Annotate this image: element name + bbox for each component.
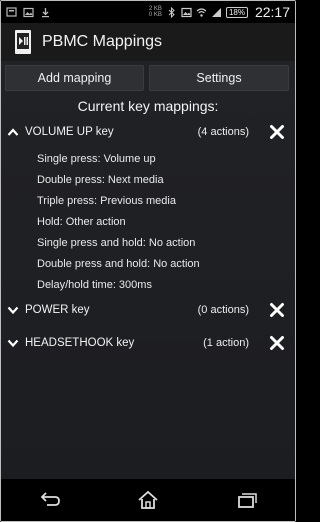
home-icon[interactable] [136, 490, 160, 510]
list-item: Single press and hold: No action [37, 237, 196, 249]
wifi-icon [196, 7, 207, 17]
back-icon[interactable] [38, 490, 62, 510]
bluetooth-icon [168, 6, 175, 18]
chevron-up-icon[interactable] [7, 127, 19, 137]
group-label: HEADSETHOOK key [25, 337, 135, 349]
navigation-bar [1, 479, 295, 521]
list-item: Double press and hold: No action [37, 258, 200, 270]
recent-apps-icon[interactable] [234, 490, 258, 510]
download-icon [42, 7, 49, 17]
status-bar: 2 KB 0 KB 18% 22:17 [1, 1, 295, 23]
delete-mapping-icon[interactable] [269, 335, 285, 351]
group-headsethook[interactable]: HEADSETHOOK key (1 action) [1, 332, 295, 354]
list-item: Double press: Next media [37, 174, 164, 186]
group-action-count: (0 actions) [197, 304, 249, 316]
group-action-count: (1 action) [203, 337, 249, 349]
app-title: PBMC Mappings [42, 33, 163, 50]
battery-indicator: 18% [225, 6, 248, 18]
rate-download: 0 KB [148, 12, 162, 18]
chevron-down-icon[interactable] [7, 305, 19, 315]
group-label: POWER key [25, 304, 90, 316]
group-volume-up[interactable]: VOLUME UP key (4 actions) [1, 121, 295, 143]
group-action-count: (4 actions) [197, 126, 249, 138]
notification-flag-icon [6, 6, 17, 17]
delete-mapping-icon[interactable] [269, 124, 285, 140]
main-content: Add mapping Settings Current key mapping… [1, 61, 295, 479]
list-item: Single press: Volume up [37, 153, 156, 165]
action-bar: PBMC Mappings [1, 23, 295, 61]
group-label: VOLUME UP key [25, 126, 114, 138]
signal-icon [211, 7, 221, 17]
list-item: Hold: Other action [37, 216, 126, 228]
section-title: Current key mappings: [77, 98, 219, 114]
add-mapping-button[interactable]: Add mapping [5, 65, 144, 91]
list-item: Triple press: Previous media [37, 195, 176, 207]
chevron-down-icon[interactable] [7, 338, 19, 348]
settings-button[interactable]: Settings [149, 65, 289, 91]
network-rate: 2 KB 0 KB [149, 6, 162, 18]
app-logo-icon [15, 30, 31, 54]
clock: 22:17 [254, 4, 290, 20]
gallery-icon [23, 7, 34, 17]
delete-mapping-icon[interactable] [269, 302, 285, 318]
gallery-status-icon [181, 7, 192, 17]
list-item: Delay/hold time: 300ms [37, 279, 152, 291]
group-power[interactable]: POWER key (0 actions) [1, 299, 295, 321]
